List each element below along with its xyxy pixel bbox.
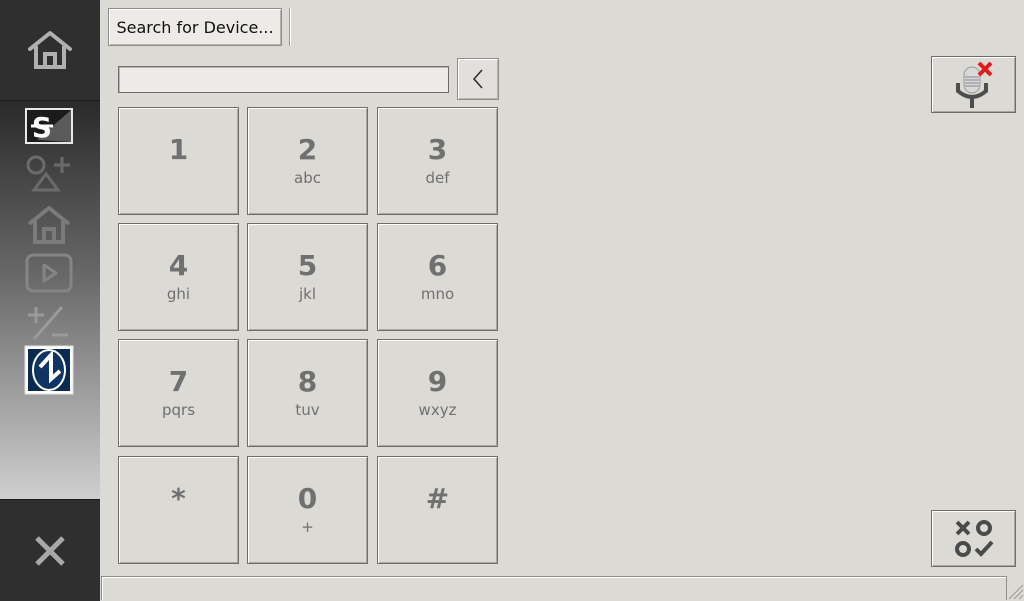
dialpad-key-star[interactable]: * [118, 456, 239, 564]
dollar-icon: S [25, 108, 73, 144]
dialpad-key-6[interactable]: 6 mno [377, 223, 498, 331]
dialpad-key-8[interactable]: 8 tuv [247, 339, 368, 447]
sidebar-item-media[interactable] [24, 251, 74, 295]
key-letters: def [425, 169, 450, 187]
sidebar-close-button[interactable] [0, 499, 100, 601]
key-letters: + [301, 518, 314, 536]
dialpad-key-3[interactable]: 3 def [377, 107, 498, 215]
key-digit: 0 [297, 482, 318, 515]
dialpad-key-4[interactable]: 4 ghi [118, 223, 239, 331]
key-digit: 1 [168, 133, 189, 166]
dialpad-key-2[interactable]: 2 abc [247, 107, 368, 215]
chevron-left-icon [472, 69, 483, 89]
key-digit: * [171, 482, 186, 515]
key-digit: 6 [427, 249, 448, 282]
dialpad-key-hash[interactable]: # [377, 456, 498, 564]
key-letters: jkl [298, 285, 317, 303]
key-digit: 9 [427, 365, 448, 398]
key-digit: 4 [168, 249, 189, 282]
dialpad-key-1[interactable]: 1 [118, 107, 239, 215]
sidebar-home-button[interactable] [0, 0, 100, 101]
sidebar-app-list: S [0, 101, 100, 499]
microphone-muted-icon [955, 61, 992, 108]
key-letters: pqrs [161, 401, 196, 419]
add-contact-icon [26, 155, 70, 192]
backspace-button[interactable] [457, 58, 499, 100]
home-icon [28, 31, 72, 69]
sidebar-item-dollar[interactable]: S [24, 104, 74, 148]
sidebar-item-home[interactable] [24, 203, 74, 247]
key-letters: abc [294, 169, 321, 187]
home-outline-icon [27, 206, 71, 244]
search-device-button[interactable]: Search for Device... [108, 8, 282, 46]
key-digit: 5 [297, 249, 318, 282]
status-bar [101, 576, 1007, 600]
key-digit: 8 [297, 365, 318, 398]
sidebar-item-logo-app[interactable] [24, 345, 74, 395]
key-letters: ghi [166, 285, 191, 303]
play-icon [25, 253, 73, 293]
dialpad-key-0[interactable]: 0 + [247, 456, 368, 564]
key-digit: 2 [297, 133, 318, 166]
close-icon [35, 535, 65, 566]
sidebar-item-add-contact[interactable] [24, 152, 74, 196]
resize-grip-icon[interactable] [1006, 582, 1024, 600]
sidebar-item-calculator[interactable] [24, 301, 74, 345]
app-logo-icon [24, 345, 74, 395]
tic-tac-toe-icon [954, 519, 993, 557]
key-digit: # [425, 482, 450, 515]
dialpad-key-7[interactable]: 7 pqrs [118, 339, 239, 447]
key-letters: wxyz [418, 401, 457, 419]
key-letters: tuv [295, 401, 320, 419]
sidebar: S [0, 0, 100, 601]
plus-minus-icon [28, 306, 68, 340]
key-digit: 7 [168, 365, 189, 398]
toolbar-separator [289, 8, 291, 46]
dial-number-input[interactable] [118, 66, 449, 93]
dialpad-key-9[interactable]: 9 wxyz [377, 339, 498, 447]
key-digit: 3 [427, 133, 448, 166]
dialpad-key-5[interactable]: 5 jkl [247, 223, 368, 331]
games-button[interactable] [931, 510, 1016, 567]
mute-microphone-button[interactable] [931, 56, 1016, 113]
key-letters: mno [420, 285, 455, 303]
